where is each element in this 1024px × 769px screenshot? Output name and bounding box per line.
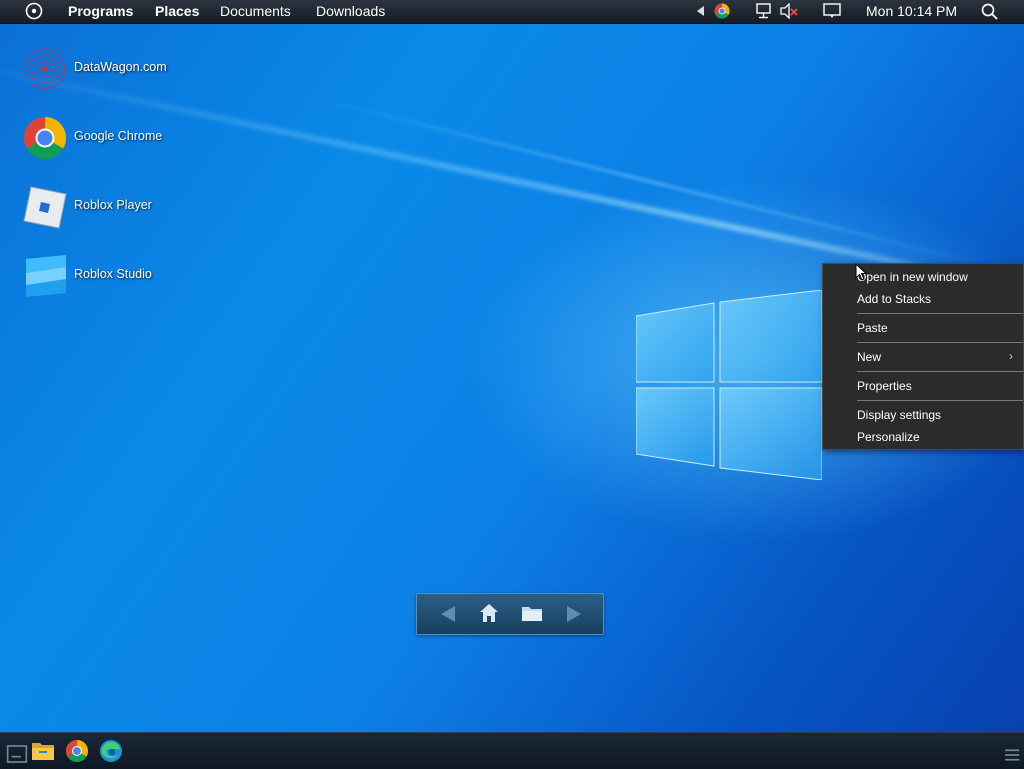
show-desktop-icon[interactable] (4, 742, 30, 766)
taskbar (0, 732, 1024, 769)
menu-item-add-to-stacks[interactable]: Add to Stacks (857, 292, 931, 306)
menu-downloads[interactable]: Downloads (316, 3, 385, 19)
tray-chrome-icon[interactable] (714, 3, 730, 19)
desktop-icon-label: DataWagon.com (74, 60, 167, 74)
menu-item-open-new-window[interactable]: Open in new window (857, 270, 968, 284)
menu-item-new[interactable]: New (857, 350, 881, 364)
file-explorer-icon[interactable] (30, 739, 56, 763)
desktop-icon-datawagon[interactable]: DataWagon.com (22, 46, 222, 94)
menu-separator (857, 371, 1023, 372)
back-arrow-icon[interactable] (439, 605, 457, 623)
start-orb-icon[interactable] (25, 2, 43, 20)
chrome-icon[interactable] (64, 739, 90, 763)
menu-item-paste[interactable]: Paste (857, 321, 888, 335)
desktop-icon-label: Roblox Player (74, 198, 152, 212)
desktop-icon-roblox-player[interactable]: Roblox Player (22, 184, 222, 232)
datawagon-icon (24, 48, 66, 90)
menu-programs[interactable]: Programs (68, 3, 133, 19)
windows-logo-wallpaper (636, 290, 822, 480)
folder-navigation-widget (416, 593, 604, 635)
home-icon[interactable] (479, 603, 499, 623)
search-icon[interactable] (981, 3, 998, 20)
network-icon[interactable] (755, 3, 773, 19)
chrome-icon (23, 116, 67, 160)
volume-muted-icon[interactable] (780, 3, 798, 19)
menu-item-properties[interactable]: Properties (857, 379, 912, 393)
desktop-icon-roblox-studio[interactable]: Roblox Studio (22, 253, 222, 301)
desktop-icon-label: Google Chrome (74, 129, 163, 143)
menu-separator (857, 400, 1023, 401)
top-menu-bar: Programs Places Documents Downloads Mon … (0, 0, 1024, 24)
roblox-studio-icon (26, 255, 66, 297)
edge-icon[interactable] (98, 739, 124, 763)
menu-places[interactable]: Places (155, 3, 199, 19)
desktop-icon-chrome[interactable]: Google Chrome (22, 115, 222, 163)
mouse-cursor-icon (855, 263, 867, 281)
roblox-player-icon (23, 186, 67, 229)
menu-item-personalize[interactable]: Personalize (857, 430, 920, 444)
desktop-icon-label: Roblox Studio (74, 267, 152, 281)
menu-separator (857, 342, 1023, 343)
forward-arrow-icon[interactable] (565, 605, 583, 623)
folder-icon[interactable] (521, 604, 543, 622)
menu-separator (857, 313, 1023, 314)
menu-documents[interactable]: Documents (220, 3, 291, 19)
clock[interactable]: Mon 10:14 PM (866, 3, 957, 19)
notification-icon[interactable] (823, 3, 841, 20)
wallpaper-light-beam (310, 95, 990, 268)
menu-item-display-settings[interactable]: Display settings (857, 408, 941, 422)
context-menu: Open in new window Add to Stacks Paste N… (822, 263, 1024, 450)
tray-expand-icon[interactable] (697, 6, 705, 16)
submenu-arrow-icon: › (1009, 349, 1013, 363)
menu-lines-icon[interactable] (998, 743, 1024, 767)
